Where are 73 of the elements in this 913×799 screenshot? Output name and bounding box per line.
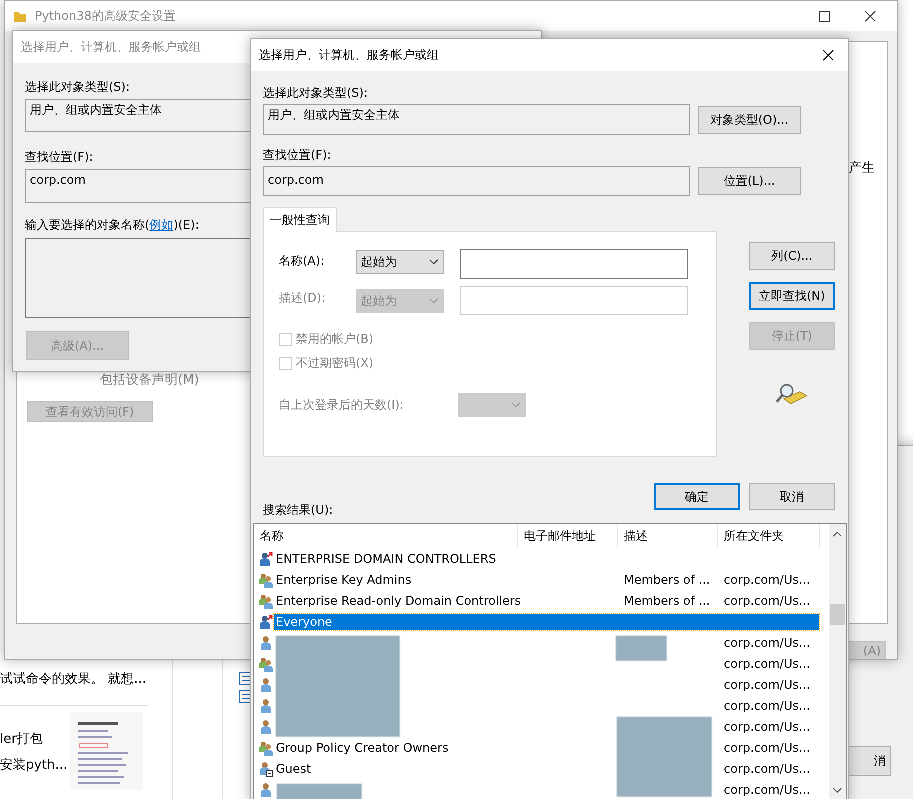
list-item[interactable]: ENTERPRISE DOMAIN CONTROLLERS	[274, 550, 498, 566]
table-cell: corp.com/Us...	[724, 636, 810, 650]
checkbox-label: 禁用的帐户(B)	[296, 331, 374, 347]
field-label: 查找位置(F):	[25, 149, 94, 165]
dialog-button[interactable]: 列(C)...	[749, 242, 835, 270]
list-item[interactable]: Enterprise Read-only Domain Controllers	[274, 592, 524, 608]
table-cell: corp.com/Us...	[724, 762, 810, 776]
checkbox-label[interactable]: 包括设备声明(M)	[100, 373, 200, 389]
redaction-block	[616, 636, 667, 661]
chevron-icon	[429, 298, 439, 304]
maximize-icon	[819, 10, 830, 22]
dialog-title: 选择用户、计算机、服务帐户或组	[259, 47, 440, 63]
object-types-button[interactable]: 对象类型(O)...	[698, 106, 801, 134]
field-label: 自上次登录后的天数(I):	[279, 397, 405, 413]
table-cell: Members of ...	[624, 572, 710, 586]
close-icon	[823, 50, 834, 60]
table-cell: corp.com/Us...	[724, 594, 810, 608]
table-cell: corp.com/Us...	[724, 740, 810, 754]
checkbox-label: 不过期密码(X)	[296, 355, 374, 371]
permission-text: 产生	[849, 161, 875, 177]
field-label: 选择此对象类型(S):	[263, 85, 370, 101]
operator-dropdown[interactable]: 起始为	[356, 250, 444, 274]
example-link[interactable]: 例如	[150, 218, 174, 232]
folder-icon	[13, 9, 27, 23]
article-title[interactable]: 安装pyth...	[0, 758, 68, 774]
dialog-button[interactable]: 立即查找(N)	[749, 282, 835, 310]
column-header[interactable]: 电子邮件地址	[518, 524, 618, 548]
location-field[interactable]: corp.com	[25, 169, 251, 203]
list-item[interactable]: Enterprise Key Admins	[274, 572, 414, 588]
field-label: 输入要选择的对象名称(例如)(E):	[25, 217, 200, 233]
field-label: 查找位置(F):	[263, 147, 332, 163]
window-title: Python38的高级安全设置	[35, 8, 177, 24]
table-cell: corp.com/Us...	[724, 678, 810, 692]
article-snippet[interactable]: 试试命令的效果。 就想...	[0, 672, 147, 688]
field-label: 描述(D):	[279, 290, 327, 306]
article-title[interactable]: ler打包	[0, 732, 43, 748]
column-header[interactable]: 所在文件夹	[718, 524, 820, 548]
ok-button[interactable]: 确定	[654, 483, 740, 510]
text-input[interactable]	[460, 249, 688, 279]
table-cell: corp.com/Us...	[724, 572, 810, 586]
list-item[interactable]: Guest	[274, 760, 314, 776]
table-cell: Members of ...	[624, 594, 710, 608]
table-cell: corp.com/Us...	[724, 656, 810, 670]
field-label: 名称(A):	[279, 253, 326, 269]
object-type-field[interactable]: 用户、组或内置安全主体	[263, 104, 690, 135]
names-input[interactable]	[25, 238, 251, 318]
scroll-up-icon	[833, 532, 842, 537]
object-type-field[interactable]: 用户、组或内置安全主体	[25, 99, 251, 132]
chevron-icon	[429, 259, 439, 265]
scroll-down-icon	[833, 788, 842, 793]
table-cell: corp.com/Us...	[724, 720, 810, 734]
results-label: 搜索结果(U):	[263, 502, 334, 518]
user-icon	[258, 676, 274, 692]
table-cell: corp.com/Us...	[724, 782, 810, 796]
table-cell: corp.com/Us...	[724, 698, 810, 712]
user-icon	[258, 718, 274, 734]
user-icon	[258, 634, 274, 650]
chevron-icon	[511, 402, 521, 408]
locations-button[interactable]: 位置(L)...	[698, 167, 801, 195]
list-item[interactable]: Group Policy Creator Owners	[274, 740, 451, 756]
user-icon	[258, 782, 274, 798]
user-icon	[258, 760, 274, 776]
list-item[interactable]: Everyone	[274, 614, 819, 630]
location-field[interactable]: corp.com	[263, 166, 690, 196]
user-icon	[258, 698, 274, 714]
tab[interactable]: 一般性查询	[263, 207, 337, 232]
dialog-title: 选择用户、计算机、服务帐户或组	[21, 39, 201, 55]
close-icon	[865, 10, 876, 22]
column-header[interactable]: 名称	[254, 524, 518, 548]
cancel-button[interactable]: 取消	[749, 483, 835, 510]
column-header[interactable]: 描述	[618, 524, 718, 548]
scrollbar-thumb[interactable]	[830, 604, 845, 625]
field-label: 选择此对象类型(S):	[25, 79, 130, 95]
